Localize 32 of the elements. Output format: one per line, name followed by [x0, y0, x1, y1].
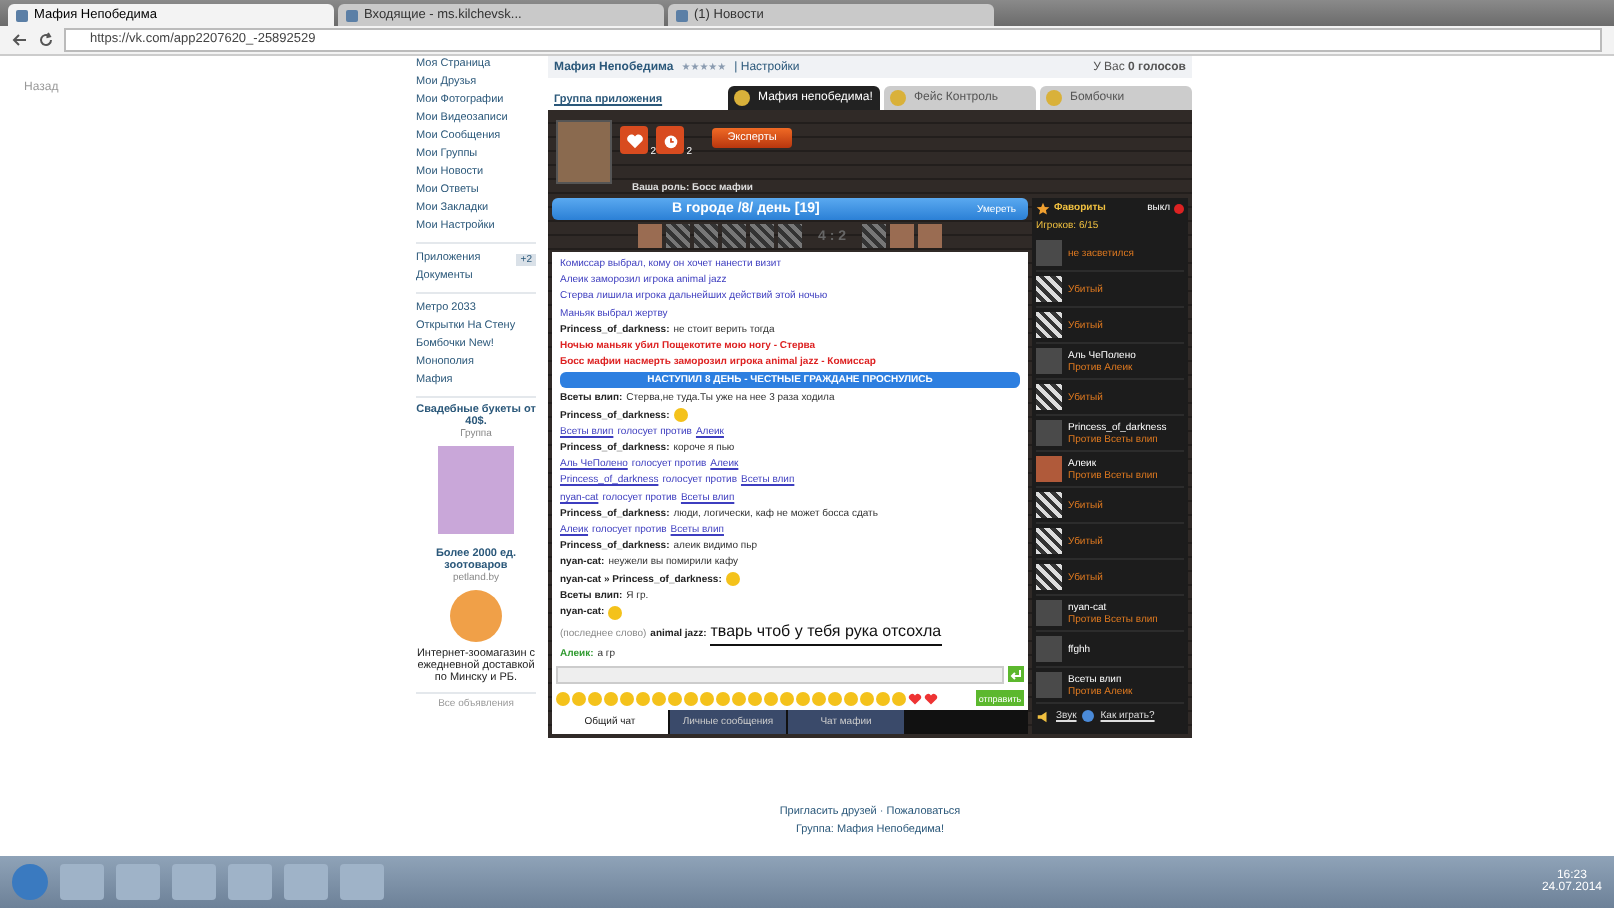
photo-placeholder: [450, 590, 502, 642]
photo-placeholder: [556, 120, 612, 184]
favicon-icon: [676, 9, 688, 21]
tab-icon: [890, 90, 906, 106]
taskbar-app-icon[interactable]: [60, 864, 104, 900]
star-icon: [1036, 201, 1050, 215]
player-avatar[interactable]: [1036, 492, 1062, 518]
player-avatar[interactable]: [1036, 312, 1062, 338]
close-icon[interactable]: [1174, 203, 1184, 213]
taskbar-app-icon[interactable]: [116, 864, 160, 900]
back-icon[interactable]: [12, 32, 28, 48]
tab-icon: [1046, 90, 1062, 106]
speaker-icon[interactable]: [1036, 709, 1050, 723]
taskbar-app-icon[interactable]: [172, 864, 216, 900]
message-text: тварь чтоб у тебя рука отсохла: [710, 620, 942, 647]
taskbar-app-icon[interactable]: [340, 864, 384, 900]
photo-placeholder: [438, 446, 514, 534]
player-avatar[interactable]: [1036, 276, 1062, 302]
favicon-icon: [346, 9, 358, 21]
start-button[interactable]: [12, 864, 48, 900]
alarm-clock-icon: [661, 131, 679, 149]
favicon-icon: [16, 9, 28, 21]
taskbar-app-icon[interactable]: [228, 864, 272, 900]
player-avatar[interactable]: [1036, 528, 1062, 554]
heart-icon: [625, 131, 643, 149]
reload-icon[interactable]: [38, 32, 54, 48]
tab-icon: [734, 90, 750, 106]
taskbar-app-icon[interactable]: [284, 864, 328, 900]
player-avatar[interactable]: [1036, 384, 1062, 410]
player-avatar[interactable]: [1036, 564, 1062, 590]
enter-icon[interactable]: [1008, 666, 1024, 682]
message-input[interactable]: [556, 666, 1004, 684]
